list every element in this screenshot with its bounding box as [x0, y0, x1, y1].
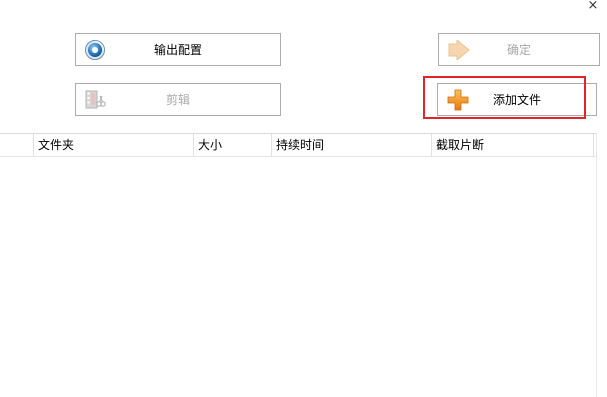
add-file-button[interactable]: 添加文件: [437, 83, 597, 116]
cut-button[interactable]: 剪辑: [75, 83, 281, 116]
column-header-duration[interactable]: 持续时间: [272, 134, 432, 156]
plus-icon: [446, 88, 470, 112]
table-right-border: [596, 133, 597, 397]
close-icon[interactable]: ×: [585, 0, 601, 14]
arrow-right-icon: [447, 39, 471, 60]
file-table: 文件夹 大小 持续时间 截取片断: [0, 133, 597, 397]
output-config-label: 输出配置: [153, 42, 202, 57]
confirm-button[interactable]: 确定: [438, 33, 600, 66]
column-header-folder[interactable]: 文件夹: [34, 134, 194, 156]
column-header-clip[interactable]: 截取片断: [432, 134, 594, 156]
column-header-index[interactable]: [0, 134, 34, 156]
output-config-button[interactable]: 输出配置: [75, 33, 281, 66]
table-body[interactable]: [0, 157, 596, 397]
film-scissors-icon: [84, 90, 106, 110]
table-header: 文件夹 大小 持续时间 截取片断: [0, 134, 597, 157]
column-header-size[interactable]: 大小: [194, 134, 272, 156]
gear-disc-icon: [84, 39, 106, 61]
dialog-window: × 输出配置 确定 剪辑 添加文件 文件夹 大小 持续时间 截取片断: [0, 0, 607, 397]
cut-label: 剪辑: [165, 92, 190, 107]
